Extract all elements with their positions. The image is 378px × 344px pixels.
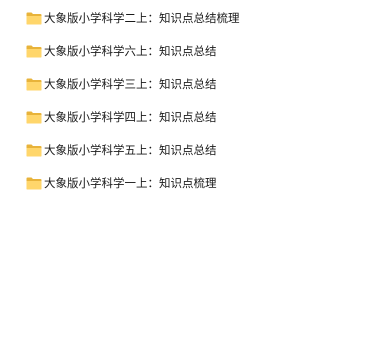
folder-item[interactable]: 大象版小学科学四上：知识点总结 — [26, 109, 240, 125]
folder-item[interactable]: 大象版小学科学一上：知识点梳理 — [26, 175, 240, 191]
folder-name: 大象版小学科学六上：知识点总结 — [44, 44, 217, 58]
folder-icon — [26, 78, 42, 90]
folder-icon — [26, 144, 42, 156]
folder-icon — [26, 45, 42, 57]
folder-item[interactable]: 大象版小学科学二上：知识点总结梳理 — [26, 10, 240, 26]
folder-name: 大象版小学科学二上：知识点总结梳理 — [44, 11, 240, 25]
folder-item[interactable]: 大象版小学科学五上：知识点总结 — [26, 142, 240, 158]
folder-name: 大象版小学科学三上：知识点总结 — [44, 77, 217, 91]
folder-name: 大象版小学科学四上：知识点总结 — [44, 110, 217, 124]
folder-item[interactable]: 大象版小学科学六上：知识点总结 — [26, 43, 240, 59]
folder-list: 大象版小学科学二上：知识点总结梳理 大象版小学科学六上：知识点总结 大象版小学科… — [26, 10, 240, 208]
folder-icon — [26, 111, 42, 123]
folder-name: 大象版小学科学一上：知识点梳理 — [44, 176, 217, 190]
folder-icon — [26, 12, 42, 24]
folder-icon — [26, 177, 42, 189]
folder-name: 大象版小学科学五上：知识点总结 — [44, 143, 217, 157]
folder-item[interactable]: 大象版小学科学三上：知识点总结 — [26, 76, 240, 92]
